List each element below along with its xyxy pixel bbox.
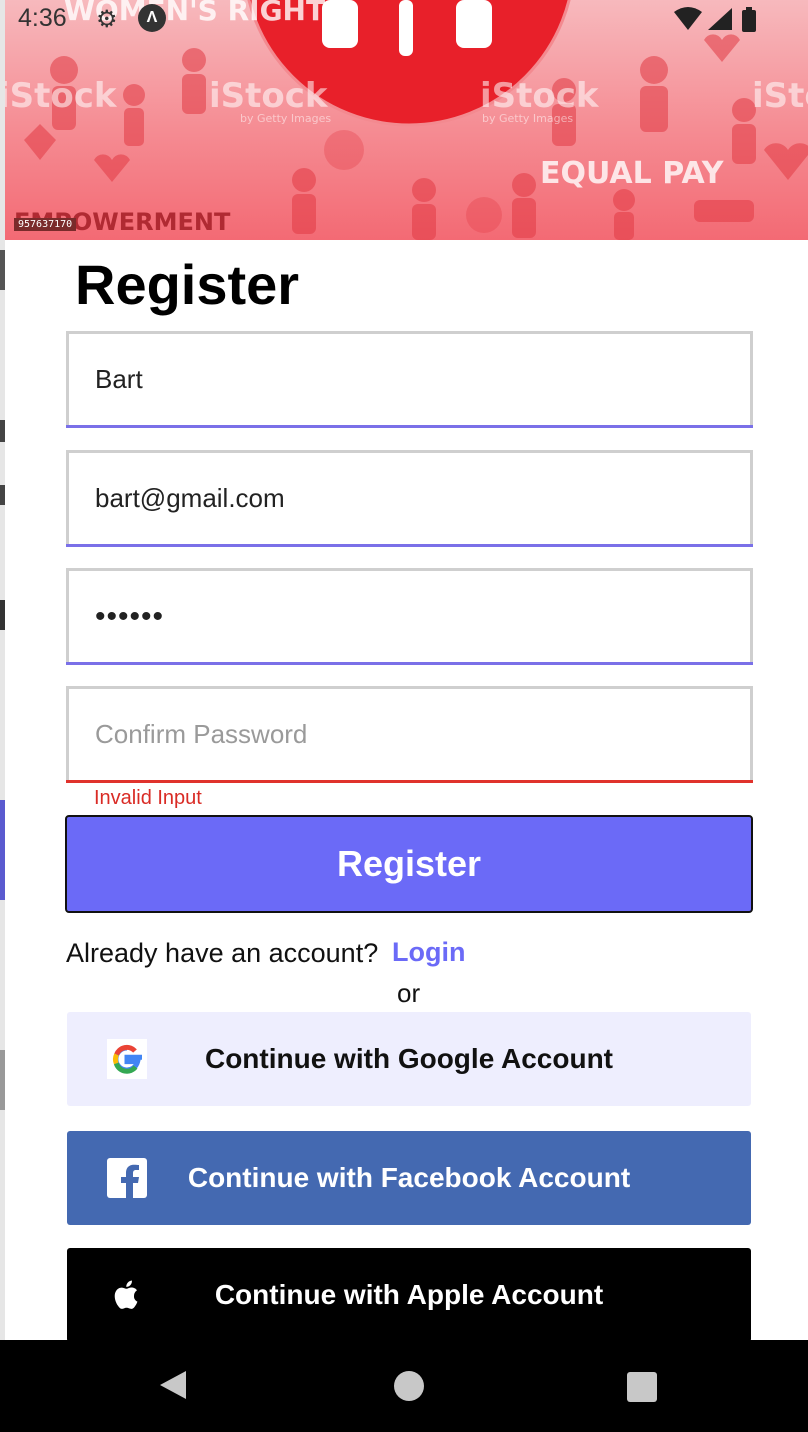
wifi-icon <box>674 7 702 30</box>
email-field[interactable] <box>66 450 753 547</box>
facebook-signin-label: Continue with Facebook Account <box>187 1162 631 1193</box>
name-field[interactable] <box>66 331 753 428</box>
watermark-text: iStock <box>480 76 599 116</box>
header-banner-image: iStock iStock iStock iStock by Getty Ima… <box>4 0 808 240</box>
banner-illustration <box>24 0 808 240</box>
field-underline-error <box>66 780 753 783</box>
page-title: Register <box>75 253 300 316</box>
battery-icon <box>742 10 756 32</box>
validation-error: Invalid Input <box>94 787 202 809</box>
watermark-subtext: by Getty Images <box>482 112 574 125</box>
gear-icon: ⚙ <box>96 6 118 33</box>
back-icon[interactable] <box>158 1370 188 1400</box>
confirm-password-input[interactable] <box>69 689 750 780</box>
status-time: 4:36 <box>18 4 67 32</box>
field-underline <box>66 544 753 547</box>
login-link[interactable]: Login <box>392 937 465 968</box>
password-field[interactable] <box>66 568 753 665</box>
signal-icon <box>708 8 732 30</box>
email-input[interactable] <box>69 453 750 544</box>
recent-apps-icon[interactable] <box>627 1372 657 1402</box>
google-signin-button[interactable]: Continue with Google Account <box>67 1012 751 1106</box>
watermark-text: iStock <box>752 76 808 116</box>
or-divider-text: or <box>397 978 421 1008</box>
password-input[interactable] <box>69 571 750 662</box>
home-icon[interactable] <box>394 1371 424 1401</box>
field-underline <box>66 662 753 665</box>
watermark-text: iStock <box>209 76 328 116</box>
background-window-edge <box>0 0 5 1340</box>
facebook-signin-button[interactable]: Continue with Facebook Account <box>67 1131 751 1225</box>
google-signin-label: Continue with Google Account <box>204 1043 614 1074</box>
system-status-icons <box>674 7 756 32</box>
register-button[interactable]: Register <box>65 815 753 913</box>
login-prompt-text: Already have an account? <box>66 938 379 968</box>
watermark-subtext: by Getty Images <box>240 112 332 125</box>
banner-word-equal-pay: EQUAL PAY <box>540 156 724 191</box>
confirm-password-field[interactable] <box>66 686 753 783</box>
expo-icon: Λ <box>138 4 166 32</box>
status-bar: 4:36 ⚙ Λ <box>0 0 808 36</box>
field-underline <box>66 425 753 428</box>
name-input[interactable] <box>69 334 750 425</box>
image-id-label: 957637170 <box>14 218 77 231</box>
apple-signin-label: Continue with Apple Account <box>214 1279 604 1310</box>
watermark-text: iStock <box>4 76 117 116</box>
apple-signin-button[interactable]: Continue with Apple Account <box>67 1248 751 1342</box>
system-navigation-bar <box>0 1340 808 1432</box>
